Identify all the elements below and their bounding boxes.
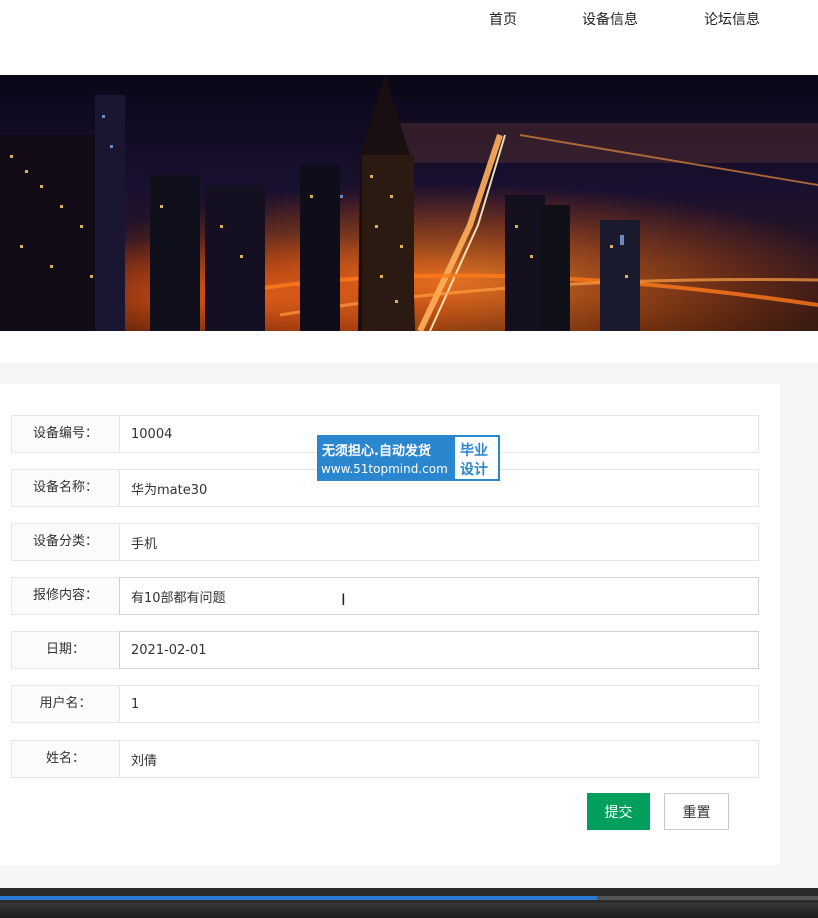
form-row-date: 日期： bbox=[11, 631, 759, 669]
video-controls-area bbox=[0, 903, 818, 918]
watermark-right-line2: 设计 bbox=[460, 462, 488, 478]
username-input[interactable] bbox=[119, 685, 759, 723]
watermark-right-line1: 毕业 bbox=[460, 443, 488, 459]
username-label: 用户名： bbox=[11, 685, 119, 723]
video-progress-fill bbox=[0, 896, 597, 900]
device-name-label: 设备名称： bbox=[11, 469, 119, 507]
watermark-badge: 无须担心.自动发货 www.51topmind.com 毕业 设计 bbox=[317, 435, 500, 481]
submit-button[interactable]: 提交 bbox=[587, 793, 650, 830]
device-category-input[interactable] bbox=[119, 523, 759, 561]
date-label: 日期： bbox=[11, 631, 119, 669]
top-navigation: 首页 设备信息 论坛信息 bbox=[0, 0, 818, 75]
repair-content-input[interactable] bbox=[119, 577, 759, 615]
nav-device-info[interactable]: 设备信息 bbox=[582, 9, 638, 29]
text-cursor-icon: I bbox=[341, 590, 346, 609]
form-row-device-category: 设备分类： bbox=[11, 523, 759, 561]
banner-image bbox=[0, 75, 818, 331]
full-name-label: 姓名： bbox=[11, 740, 119, 778]
device-category-label: 设备分类： bbox=[11, 523, 119, 561]
nav-home[interactable]: 首页 bbox=[489, 9, 517, 29]
city-night-illustration bbox=[0, 75, 818, 331]
device-id-label: 设备编号： bbox=[11, 415, 119, 453]
watermark-url: www.51topmind.com bbox=[321, 462, 448, 476]
reset-button[interactable]: 重置 bbox=[664, 793, 729, 830]
form-row-username: 用户名： bbox=[11, 685, 759, 723]
watermark-left-panel: 无须担心.自动发货 www.51topmind.com bbox=[317, 435, 453, 481]
date-input[interactable] bbox=[119, 631, 759, 669]
nav-forum-info[interactable]: 论坛信息 bbox=[704, 9, 760, 29]
form-row-repair-content: 报修内容： bbox=[11, 577, 759, 615]
watermark-slogan: 无须担心.自动发货 bbox=[322, 444, 431, 459]
repair-content-label: 报修内容： bbox=[11, 577, 119, 615]
watermark-right-panel: 毕业 设计 bbox=[453, 435, 500, 481]
full-name-input[interactable] bbox=[119, 740, 759, 778]
form-row-full-name: 姓名： bbox=[11, 740, 759, 778]
